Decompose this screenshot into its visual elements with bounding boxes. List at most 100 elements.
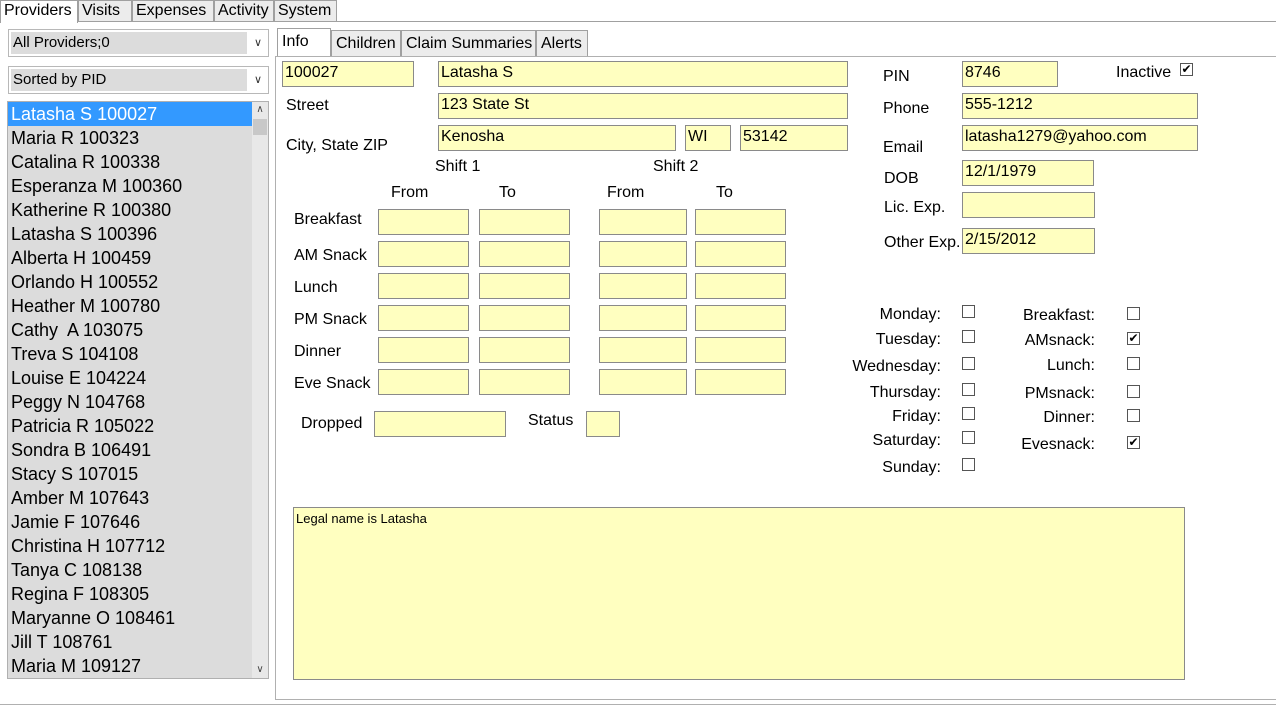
list-item[interactable]: Cathy A 103075	[8, 318, 252, 342]
day-checkbox[interactable]	[962, 407, 975, 420]
pm-snack-shift1-to-field[interactable]	[479, 305, 570, 331]
list-item[interactable]: Stacy S 107015	[8, 462, 252, 486]
dob-field[interactable]: 12/1/1979	[962, 160, 1094, 186]
list-item[interactable]: Amber M 107643	[8, 486, 252, 510]
eve-snack-shift2-to-field[interactable]	[695, 369, 786, 395]
state-field[interactable]: WI	[685, 125, 731, 151]
day-checkbox[interactable]	[962, 305, 975, 318]
breakfast-label: Breakfast	[294, 211, 362, 228]
scroll-up-icon[interactable]: ∧	[252, 102, 268, 118]
list-item[interactable]: Alberta H 100459	[8, 246, 252, 270]
list-item[interactable]: Jill T 108761	[8, 630, 252, 654]
tab-children[interactable]: Children	[331, 30, 401, 57]
list-item[interactable]: Latasha S 100396	[8, 222, 252, 246]
list-scrollbar[interactable]: ∧ ∨	[252, 102, 268, 678]
tab-alerts[interactable]: Alerts	[536, 30, 588, 57]
other-exp-field[interactable]: 2/15/2012	[962, 228, 1095, 254]
dropped-field[interactable]	[374, 411, 506, 437]
pid-field[interactable]: 100027	[282, 61, 414, 87]
shift1-from-label: From	[391, 184, 429, 201]
day-checkbox[interactable]	[962, 458, 975, 471]
list-item[interactable]: Jamie F 107646	[8, 510, 252, 534]
lunch-shift2-to-field[interactable]	[695, 273, 786, 299]
status-field[interactable]	[586, 411, 620, 437]
scroll-thumb[interactable]	[253, 119, 267, 135]
notes-textarea[interactable]: Legal name is Latasha	[293, 507, 1185, 680]
tab-providers[interactable]: Providers	[0, 0, 78, 23]
am-snack-shift2-to-field[interactable]	[695, 241, 786, 267]
lunch-shift1-to-field[interactable]	[479, 273, 570, 299]
name-field[interactable]: Latasha S	[438, 61, 848, 87]
pm-snack-shift2-to-field[interactable]	[695, 305, 786, 331]
list-item[interactable]: Christina H 107712	[8, 534, 252, 558]
list-item[interactable]: Maria M 109127	[8, 654, 252, 678]
list-item[interactable]: Esperanza M 100360	[8, 174, 252, 198]
list-item[interactable]: Peggy N 104768	[8, 390, 252, 414]
meal-flag-checkbox[interactable]	[1127, 385, 1140, 398]
breakfast-shift2-from-field[interactable]	[599, 209, 687, 235]
tab-expenses[interactable]: Expenses	[132, 0, 214, 21]
list-item[interactable]: Katherine R 100380	[8, 198, 252, 222]
dinner-label: Dinner	[294, 343, 342, 360]
day-checkbox[interactable]	[962, 357, 975, 370]
day-checkbox[interactable]	[962, 383, 975, 396]
list-item[interactable]: Heather M 100780	[8, 294, 252, 318]
email-field[interactable]: latasha1279@yahoo.com	[962, 125, 1198, 151]
pm-snack-shift2-from-field[interactable]	[599, 305, 687, 331]
meal-flag-checkbox[interactable]	[1127, 357, 1140, 370]
day-checkbox[interactable]	[962, 431, 975, 444]
breakfast-shift1-to-field[interactable]	[479, 209, 570, 235]
provider-filter-select[interactable]: All Providers;0 ∨	[8, 29, 269, 57]
eve-snack-shift1-to-field[interactable]	[479, 369, 570, 395]
tab-activity[interactable]: Activity	[214, 0, 274, 21]
list-item[interactable]: Louise E 104224	[8, 366, 252, 390]
dinner-shift2-from-field[interactable]	[599, 337, 687, 363]
city-field[interactable]: Kenosha	[438, 125, 676, 151]
day-checkbox[interactable]	[962, 330, 975, 343]
am-snack-shift1-to-field[interactable]	[479, 241, 570, 267]
list-item[interactable]: Treva S 104108	[8, 342, 252, 366]
inactive-checkbox[interactable]: ✔	[1180, 63, 1193, 76]
phone-field[interactable]: 555-1212	[962, 93, 1198, 119]
street-field[interactable]: 123 State St	[438, 93, 848, 119]
list-item[interactable]: Maryanne O 108461	[8, 606, 252, 630]
dinner-shift1-from-field[interactable]	[378, 337, 469, 363]
breakfast-shift1-from-field[interactable]	[378, 209, 469, 235]
pin-field[interactable]: 8746	[962, 61, 1058, 87]
meal-flag-checkbox[interactable]: ✔	[1127, 436, 1140, 449]
list-item[interactable]: Patricia R 105022	[8, 414, 252, 438]
dinner-shift1-to-field[interactable]	[479, 337, 570, 363]
lunch-shift1-from-field[interactable]	[378, 273, 469, 299]
list-item[interactable]: Tanya C 108138	[8, 558, 252, 582]
sort-select[interactable]: Sorted by PID ∨	[8, 66, 269, 94]
eve-snack-shift2-from-field[interactable]	[599, 369, 687, 395]
meal-flag-checkbox[interactable]: ✔	[1127, 332, 1140, 345]
list-item[interactable]: Catalina R 100338	[8, 150, 252, 174]
breakfast-shift2-to-field[interactable]	[695, 209, 786, 235]
eve-snack-shift1-from-field[interactable]	[378, 369, 469, 395]
am-snack-shift2-from-field[interactable]	[599, 241, 687, 267]
am-snack-shift1-from-field[interactable]	[378, 241, 469, 267]
meal-flag-checkbox[interactable]	[1127, 409, 1140, 422]
chevron-down-icon[interactable]: ∨	[250, 70, 266, 90]
dinner-shift2-to-field[interactable]	[695, 337, 786, 363]
lunch-shift2-from-field[interactable]	[599, 273, 687, 299]
scroll-down-icon[interactable]: ∨	[252, 662, 268, 678]
chevron-down-icon[interactable]: ∨	[250, 33, 266, 53]
pm-snack-shift1-from-field[interactable]	[378, 305, 469, 331]
list-item[interactable]: Orlando H 100552	[8, 270, 252, 294]
list-item[interactable]: Latasha S 100027	[8, 102, 252, 126]
zip-field[interactable]: 53142	[740, 125, 848, 151]
list-item[interactable]: Regina F 108305	[8, 582, 252, 606]
lic-exp-field[interactable]	[962, 192, 1095, 218]
day-label: Wednesday:	[852, 358, 941, 375]
day-label: Sunday:	[882, 459, 941, 476]
list-item[interactable]: Maria R 100323	[8, 126, 252, 150]
tab-system[interactable]: System	[274, 0, 337, 21]
provider-list[interactable]: Latasha S 100027 Maria R 100323 Catalina R…	[7, 101, 269, 679]
tab-claim-summaries[interactable]: Claim Summaries	[401, 30, 536, 57]
tab-visits[interactable]: Visits	[78, 0, 132, 21]
meal-flag-checkbox[interactable]	[1127, 307, 1140, 320]
tab-info[interactable]: Info	[277, 28, 331, 56]
list-item[interactable]: Sondra B 106491	[8, 438, 252, 462]
